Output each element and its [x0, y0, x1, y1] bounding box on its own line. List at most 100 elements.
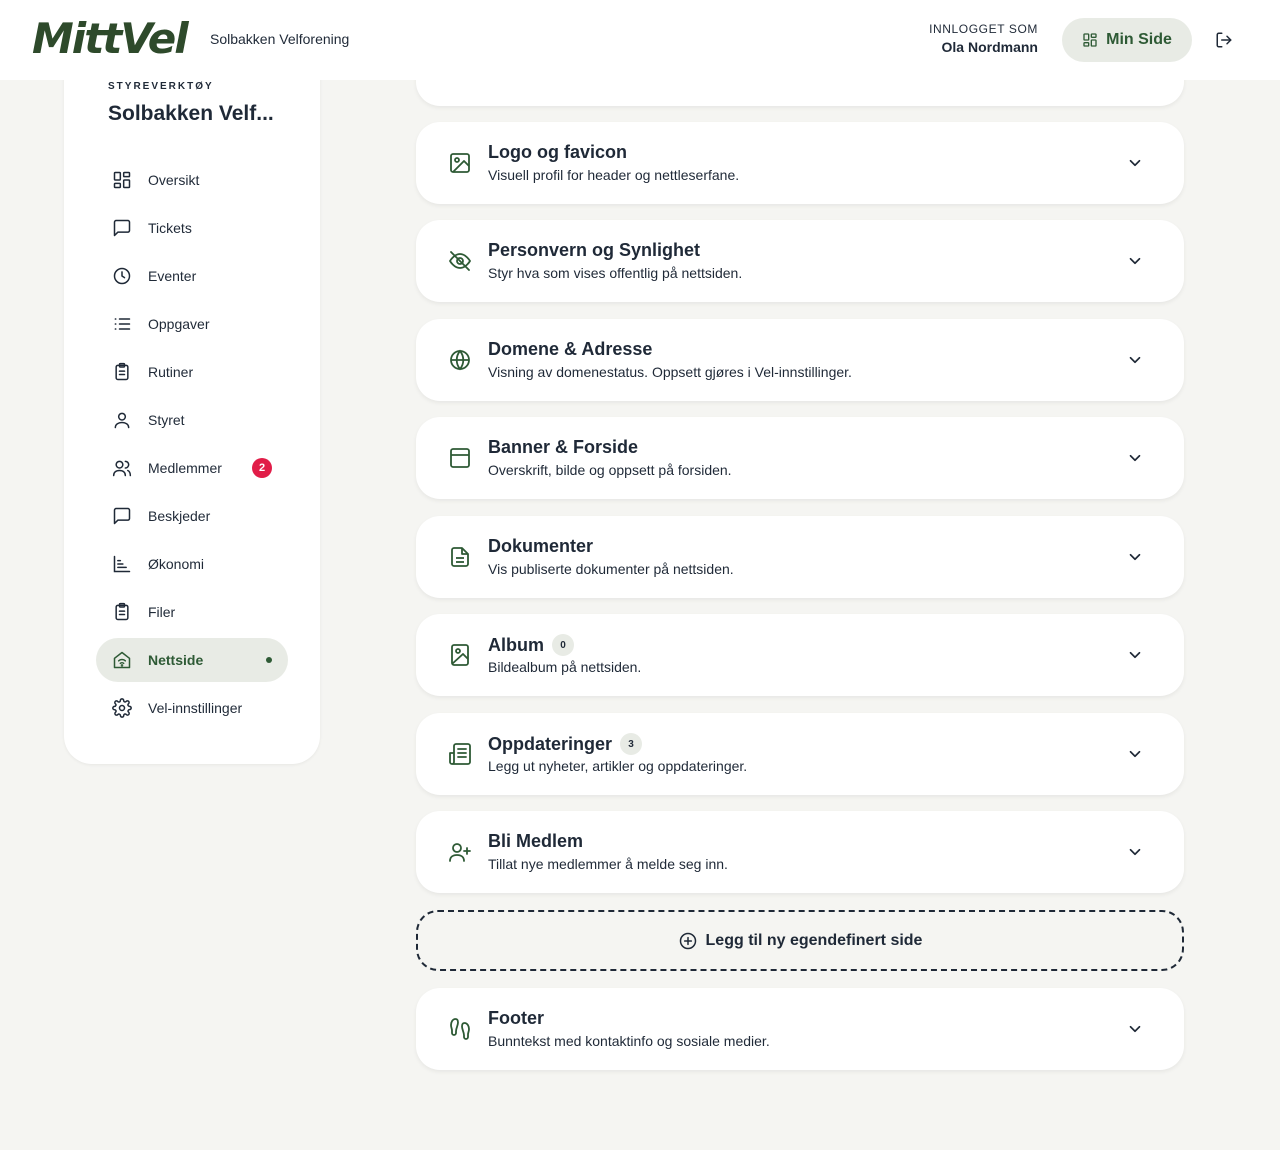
- section-dokumenter[interactable]: Dokumenter Vis publiserte dokumenter på …: [416, 516, 1184, 598]
- grid-icon: [112, 170, 132, 190]
- sidebar-item-styret[interactable]: Styret: [96, 398, 288, 442]
- user-plus-icon: [448, 840, 472, 864]
- section-description: Styr hva som vises offentlig på nettside…: [488, 265, 743, 281]
- clock-icon: [112, 266, 132, 286]
- chevron-down-icon[interactable]: [1124, 743, 1146, 765]
- section-title: Logo og favicon: [488, 142, 627, 163]
- sidebar-item-label: Filer: [148, 604, 176, 620]
- section-description: Vis publiserte dokumenter på nettsiden.: [488, 561, 734, 577]
- home-wifi-icon: [112, 650, 132, 670]
- chevron-down-icon[interactable]: [1124, 841, 1146, 863]
- list-icon: [112, 314, 132, 334]
- sidebar-item-eventer[interactable]: Eventer: [96, 254, 288, 298]
- section-title: Dokumenter: [488, 536, 593, 557]
- section-title-text: Banner & Forside: [488, 437, 639, 457]
- layout-icon: [448, 446, 472, 470]
- sidebar-item-tickets[interactable]: Tickets: [96, 206, 288, 250]
- sidebar-item-okonomi[interactable]: Økonomi: [96, 542, 288, 586]
- add-custom-page-button[interactable]: Legg til ny egendefinert side: [416, 910, 1184, 971]
- section-domene[interactable]: Domene & Adresse Visning av domenestatus…: [416, 319, 1184, 401]
- sidebar-item-rutiner[interactable]: Rutiner: [96, 350, 288, 394]
- section-logo-favicon[interactable]: Logo og favicon Visuell profil for heade…: [416, 122, 1184, 204]
- chat-icon: [112, 218, 132, 238]
- section-title-text: Domene & Adresse: [488, 339, 653, 359]
- section-title-text: Personvern og Synlighet: [488, 240, 701, 260]
- chart-icon: [112, 554, 132, 574]
- section-title-text: Album: [488, 634, 544, 655]
- section-description: Visuell profil for header og nettleserfa…: [488, 167, 740, 183]
- count-badge: 0: [552, 634, 574, 656]
- section-oppdateringer[interactable]: Oppdateringer 3 Legg ut nyheter, artikler…: [416, 713, 1184, 795]
- footprints-icon: [448, 1017, 472, 1041]
- notification-badge: 2: [252, 458, 272, 478]
- sidebar-item-vel-innstillinger[interactable]: Vel-innstillinger: [96, 686, 288, 730]
- sidebar-item-label: Eventer: [148, 268, 197, 284]
- sidebar-item-label: Tickets: [148, 220, 192, 236]
- section-footer[interactable]: Footer Bunntekst med kontaktinfo og sosi…: [416, 988, 1184, 1070]
- section-title: Footer: [488, 1008, 544, 1029]
- mittvel-logo[interactable]: MittVel: [32, 14, 189, 64]
- user-name: Ola Nordmann: [941, 39, 1038, 55]
- album-icon: [448, 643, 472, 667]
- section-description: Overskrift, bilde og oppsett på forsiden…: [488, 462, 732, 478]
- sidebar-nav: Oversikt Tickets Eventer Oppgaver Rutine…: [96, 158, 288, 734]
- sidebar-eyebrow: STYREVERKTØY: [108, 81, 214, 92]
- sidebar-item-label: Beskjeder: [148, 508, 211, 524]
- section-title: Bli Medlem: [488, 831, 583, 852]
- chevron-down-icon[interactable]: [1124, 447, 1146, 469]
- section-title-text: Dokumenter: [488, 536, 594, 556]
- min-side-label: Min Side: [1106, 31, 1172, 48]
- org-name: Solbakken Velforening: [210, 31, 350, 47]
- eye-off-icon: [448, 249, 472, 273]
- logged-in-label: INNLOGGET SOM: [929, 22, 1038, 36]
- sidebar-item-beskjeder[interactable]: Beskjeder: [96, 494, 288, 538]
- section-title: Oppdateringer 3: [488, 733, 643, 755]
- chevron-down-icon[interactable]: [1124, 250, 1146, 272]
- section-banner[interactable]: Banner & Forside Overskrift, bilde og op…: [416, 417, 1184, 499]
- chevron-down-icon[interactable]: [1124, 644, 1146, 666]
- section-bli-medlem[interactable]: Bli Medlem Tillat nye medlemmer å melde …: [416, 811, 1184, 893]
- chevron-down-icon[interactable]: [1124, 1018, 1146, 1040]
- sidebar-item-label: Rutiner: [148, 364, 194, 380]
- min-side-button[interactable]: Min Side: [1062, 18, 1192, 62]
- clipboard-icon: [112, 362, 132, 382]
- newspaper-icon: [448, 742, 472, 766]
- user-icon: [112, 410, 132, 430]
- sidebar-item-label: Medlemmer: [148, 460, 222, 476]
- sidebar-item-label: Vel-innstillinger: [148, 700, 243, 716]
- sidebar-item-label: Oppgaver: [148, 316, 210, 332]
- sidebar-item-oppgaver[interactable]: Oppgaver: [96, 302, 288, 346]
- sidebar-item-label: Nettside: [148, 652, 204, 668]
- chevron-down-icon[interactable]: [1124, 349, 1146, 371]
- top-bar: MittVel Solbakken Velforening INNLOGGET …: [0, 0, 1280, 80]
- grid-icon: [1082, 32, 1098, 48]
- image-icon: [448, 151, 472, 175]
- section-title-text: Bli Medlem: [488, 831, 584, 851]
- section-title-text: Footer: [488, 1008, 544, 1028]
- sidebar: STYREVERKTØY Solbakken Velf... Oversikt …: [64, 40, 320, 764]
- chat-icon: [112, 506, 132, 526]
- sidebar-item-nettside[interactable]: Nettside: [96, 638, 288, 682]
- section-title: Personvern og Synlighet: [488, 240, 700, 261]
- sidebar-item-label: Styret: [148, 412, 185, 428]
- section-album[interactable]: Album 0 Bildealbum på nettsiden.: [416, 614, 1184, 696]
- gear-icon: [112, 698, 132, 718]
- sidebar-item-label: Oversikt: [148, 172, 200, 188]
- chevron-down-icon[interactable]: [1124, 546, 1146, 568]
- section-title-text: Logo og favicon: [488, 142, 627, 162]
- sidebar-item-label: Økonomi: [148, 556, 205, 572]
- section-personvern[interactable]: Personvern og Synlighet Styr hva som vis…: [416, 220, 1184, 302]
- logout-icon[interactable]: [1212, 28, 1236, 52]
- plus-circle-icon: [678, 931, 698, 951]
- section-description: Visning av domenestatus. Oppsett gjøres …: [488, 364, 852, 380]
- add-custom-page-label: Legg til ny egendefinert side: [705, 931, 923, 949]
- sidebar-title: Solbakken Velf...: [108, 102, 274, 125]
- section-title: Banner & Forside: [488, 437, 638, 458]
- sidebar-item-medlemmer[interactable]: Medlemmer 2: [96, 446, 288, 490]
- section-description: Legg ut nyheter, artikler og oppdatering…: [488, 758, 748, 774]
- sidebar-item-filer[interactable]: Filer: [96, 590, 288, 634]
- chevron-down-icon[interactable]: [1124, 152, 1146, 174]
- sidebar-item-oversikt[interactable]: Oversikt: [96, 158, 288, 202]
- section-title: Domene & Adresse: [488, 339, 652, 360]
- globe-icon: [448, 348, 472, 372]
